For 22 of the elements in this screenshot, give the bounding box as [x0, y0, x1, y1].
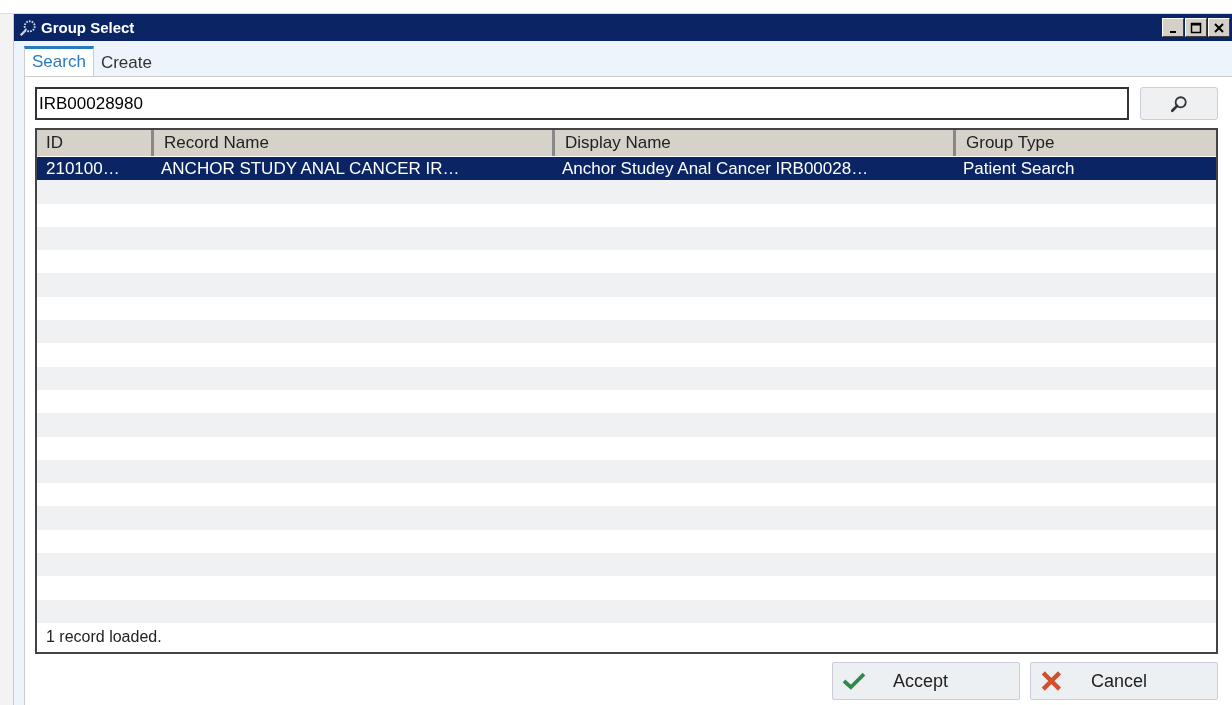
window-title: Group Select — [41, 19, 135, 36]
minimize-button[interactable] — [1162, 18, 1184, 37]
table-row[interactable]: 210100… ANCHOR STUDY ANAL CANCER IR… Anchor Studey Anal Cancer IRB00028… Patient Search — [37, 157, 1216, 181]
column-header[interactable]: ID — [37, 130, 151, 156]
minimize-icon — [1170, 31, 1176, 33]
search-field[interactable]: IRB00028980 — [35, 87, 1129, 120]
checkmark-icon — [841, 671, 867, 691]
maximize-icon — [1190, 21, 1202, 34]
table-cell-text: 210100… — [45, 158, 121, 180]
close-button[interactable] — [1208, 18, 1230, 37]
accept-button[interactable]: Accept — [832, 662, 1020, 700]
search-icon — [1170, 94, 1188, 113]
table-cell-text: Patient Search — [962, 158, 1076, 180]
table-cell-text: Anchor Studey Anal Cancer IRB00028… — [561, 158, 870, 180]
magnifier-icon — [19, 18, 37, 37]
maximize-button[interactable] — [1185, 18, 1207, 37]
close-icon — [1213, 21, 1225, 34]
table-cell-text: ANCHOR STUDY ANAL CANCER IR… — [160, 158, 461, 180]
cancel-button[interactable]: Cancel — [1030, 662, 1218, 700]
status-text: 1 record loaded. — [45, 627, 163, 647]
tab[interactable]: Search — [24, 46, 94, 76]
search-button[interactable] — [1140, 87, 1218, 120]
